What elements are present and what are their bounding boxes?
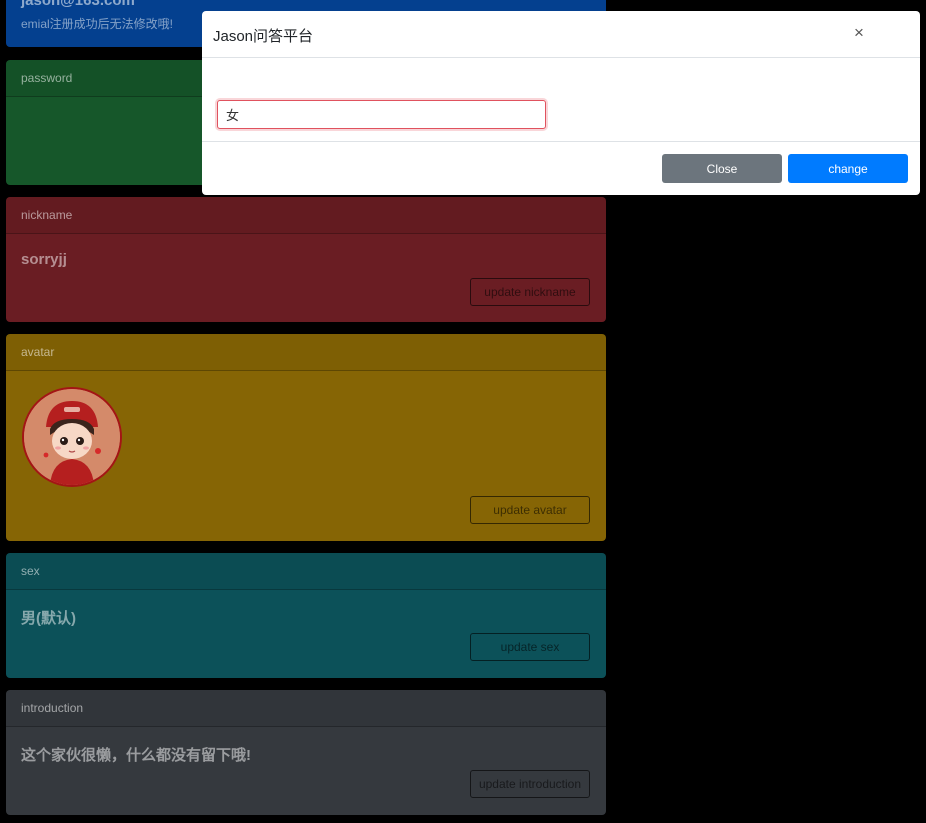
modal-header: Jason问答平台 × <box>202 11 920 58</box>
update-nickname-button[interactable]: update nickname <box>470 278 590 306</box>
introduction-card: introduction 这个家伙很懒，什么都没有留下哦! update int… <box>6 690 606 815</box>
nickname-card: nickname sorryjj update nickname <box>6 197 606 322</box>
email-value: jason@163.com <box>21 0 135 9</box>
modal-footer: Close change <box>202 141 920 195</box>
nickname-value: sorryjj <box>21 251 67 268</box>
modal-title: Jason问答平台 <box>213 28 314 45</box>
sex-value: 男(默认) <box>21 610 76 627</box>
page: jason@163.com emial注册成功后无法修改哦! password … <box>0 0 926 823</box>
update-sex-button[interactable]: update sex <box>470 633 590 661</box>
avatar <box>22 387 122 487</box>
email-note: emial注册成功后无法修改哦! <box>21 17 174 31</box>
sex-card: sex 男(默认) update sex <box>6 553 606 678</box>
introduction-header: introduction <box>6 690 606 727</box>
introduction-value: 这个家伙很懒，什么都没有留下哦! <box>21 747 251 764</box>
modal-dialog: Jason问答平台 × Close change <box>202 11 920 195</box>
close-button[interactable]: Close <box>662 154 782 183</box>
change-button[interactable]: change <box>788 154 908 183</box>
update-introduction-button[interactable]: update introduction <box>470 770 590 798</box>
sex-header: sex <box>6 553 606 590</box>
nickname-header: nickname <box>6 197 606 234</box>
sex-input[interactable] <box>217 100 546 129</box>
avatar-illustration <box>24 389 120 485</box>
close-icon[interactable]: × <box>851 23 867 43</box>
avatar-card: avatar update avatar <box>6 334 606 541</box>
avatar-header: avatar <box>6 334 606 371</box>
update-avatar-button[interactable]: update avatar <box>470 496 590 524</box>
